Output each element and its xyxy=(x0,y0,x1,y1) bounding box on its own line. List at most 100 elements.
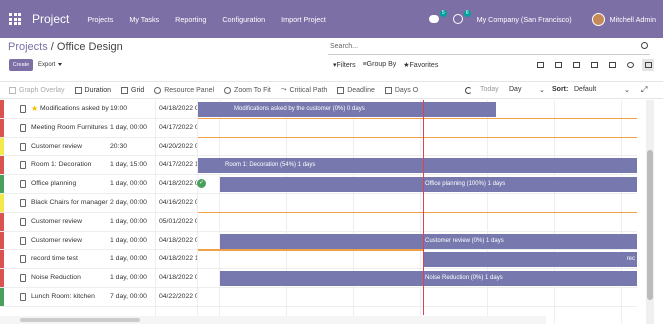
table-row[interactable]: Lunch Room: kitchen 7 day, 00:00 04/22/202… xyxy=(0,288,637,307)
deadline-line xyxy=(198,117,637,120)
today-marker xyxy=(423,100,424,315)
table-row[interactable]: Customer review 1 day, 00:00 05/01/2022 0 xyxy=(0,212,637,232)
menu-projects[interactable]: Projects xyxy=(87,15,113,24)
menu-reporting[interactable]: Reporting xyxy=(175,15,206,24)
days-off-button[interactable]: Days O xyxy=(384,86,418,94)
priority-color-strip xyxy=(0,194,4,212)
sort-select[interactable]: Default xyxy=(574,86,596,93)
horizontal-scrollbar-thumb[interactable] xyxy=(20,318,140,322)
zoom-to-fit-button[interactable]: Zoom To Fit xyxy=(224,86,271,94)
priority-color-strip xyxy=(0,175,4,193)
priority-color-strip xyxy=(0,269,4,287)
user-menu[interactable]: Mitchell Admin xyxy=(610,15,656,24)
task-document-icon xyxy=(20,236,26,245)
task-name[interactable]: Meeting Room Furnitures xyxy=(31,124,108,131)
task-duration: 1 day, 00:00 xyxy=(110,236,147,244)
task-name[interactable]: Black Chairs for manager xyxy=(31,199,108,206)
priority-color-strip xyxy=(0,212,4,231)
gantt-view-icon[interactable] xyxy=(642,59,654,71)
graph-overlay-button[interactable]: Graph Overlay xyxy=(9,86,65,94)
star-icon[interactable]: ★ xyxy=(31,104,38,113)
gantt-task-bar[interactable]: rec xyxy=(423,252,637,268)
user-avatar[interactable] xyxy=(591,12,605,26)
scale-select[interactable]: Day xyxy=(509,86,521,93)
days-off-icon xyxy=(384,86,392,94)
activity-clock-icon[interactable]: 6 xyxy=(452,10,471,25)
menu-import-project[interactable]: Import Project xyxy=(281,15,326,24)
pivot-view-icon[interactable] xyxy=(588,59,600,71)
table-row[interactable]: Meeting Room Furnitures 1 day, 00:00 04/17… xyxy=(0,118,637,138)
duration-button[interactable]: Duration xyxy=(74,86,111,94)
task-start-date: 04/18/2022 0 xyxy=(159,105,197,112)
filters-button[interactable]: ▾Filters xyxy=(333,61,356,69)
task-duration: 1 day, 00:00 xyxy=(110,274,147,282)
task-name[interactable]: Room 1: Decoration xyxy=(31,161,91,168)
task-document-icon xyxy=(20,105,26,113)
task-duration: 7 day, 00:00 xyxy=(110,293,147,300)
resource-panel-button[interactable]: Resource Panel xyxy=(154,86,214,94)
app-brand[interactable]: Project xyxy=(32,12,69,26)
breadcrumb-projects-link[interactable]: Projects xyxy=(8,41,48,53)
task-name[interactable]: Customer review xyxy=(31,143,82,150)
gantt-task-bar[interactable]: Customer review (0%) 1 days xyxy=(220,233,637,249)
table-row[interactable]: Black Chairs for manager 2 day, 00:00 04/1… xyxy=(0,194,637,213)
sort-chevron-icon[interactable]: ⌄ xyxy=(624,86,630,94)
graph-view-icon[interactable] xyxy=(606,59,618,71)
vertical-scrollbar-thumb[interactable] xyxy=(647,150,653,300)
table-row[interactable]: Customer review 20:30 04/20/2022 0 xyxy=(0,137,637,157)
grid-icon xyxy=(121,86,128,94)
priority-color-strip xyxy=(0,100,4,118)
task-name[interactable]: Modifications asked by the customer xyxy=(40,105,110,112)
critical-path-button[interactable]: ⤳ Critical Path xyxy=(281,86,327,94)
task-name[interactable]: Customer review xyxy=(31,218,82,225)
task-start-date: 04/18/2022 0 xyxy=(159,274,197,282)
task-name[interactable]: Lunch Room: kitchen xyxy=(31,293,95,300)
create-button[interactable]: Create xyxy=(9,59,33,71)
apps-menu-icon[interactable] xyxy=(9,13,21,25)
deadline-button[interactable]: Deadline xyxy=(337,86,375,94)
top-navbar: Project Projects My Tasks Reporting Conf… xyxy=(0,0,663,38)
task-duration: 20:30 xyxy=(110,142,128,150)
kanban-view-icon[interactable] xyxy=(534,59,546,71)
deadline-line xyxy=(198,211,637,214)
task-duration: 2 day, 00:00 xyxy=(110,199,147,206)
export-button[interactable]: Export xyxy=(38,59,63,71)
search-input[interactable]: Search... xyxy=(328,40,650,55)
task-name[interactable]: Office planning xyxy=(31,180,76,187)
today-button[interactable]: Today xyxy=(480,86,499,93)
task-name[interactable]: Customer review xyxy=(31,237,82,244)
menu-configuration[interactable]: Configuration xyxy=(222,15,265,24)
gantt-toolbar: Graph Overlay Duration Grid Resource Pan… xyxy=(0,81,663,99)
menu-my-tasks[interactable]: My Tasks xyxy=(129,15,159,24)
messages-icon[interactable]: 5 xyxy=(428,10,447,25)
graph-overlay-icon xyxy=(9,86,16,94)
gantt-task-bar[interactable]: Noise Reduction (0%) 1 days xyxy=(220,271,637,287)
task-name[interactable]: Noise Reduction xyxy=(31,274,81,281)
task-document-icon xyxy=(20,274,26,283)
grid-button[interactable]: Grid xyxy=(121,86,144,94)
task-start-date: 04/16/2022 0 xyxy=(159,199,197,206)
company-switcher[interactable]: My Company (San Francisco) xyxy=(477,15,572,24)
task-document-icon xyxy=(20,255,26,264)
duration-icon xyxy=(74,86,82,94)
task-name[interactable]: record time test xyxy=(31,255,78,262)
gantt-task-bar[interactable]: Modifications asked by the customer (0%)… xyxy=(198,102,496,117)
group-by-button[interactable]: ≡Group By xyxy=(363,61,397,69)
critical-path-icon: ⤳ xyxy=(280,86,287,93)
refresh-icon[interactable] xyxy=(465,87,472,94)
export-label: Export xyxy=(38,62,56,68)
priority-color-strip xyxy=(0,288,4,306)
list-view-icon[interactable] xyxy=(552,59,564,71)
gantt-task-bar[interactable]: Room 1: Decoration (54%) 1 days xyxy=(198,158,637,174)
task-start-date: 04/18/2022 0 xyxy=(159,180,197,188)
scale-chevron-icon[interactable]: ⌄ xyxy=(539,86,545,94)
search-icon[interactable] xyxy=(641,42,648,49)
search-options: ▾Filters ≡Group By ★Favorites xyxy=(333,61,438,69)
calendar-view-icon[interactable] xyxy=(570,59,582,71)
task-start-date: 04/18/2022 1 xyxy=(159,255,197,263)
favorites-button[interactable]: ★Favorites xyxy=(403,61,438,69)
gantt-task-bar[interactable]: Office planning (100%) 1 days xyxy=(220,177,637,193)
expand-icon[interactable]: ⤢ xyxy=(641,85,647,95)
activity-view-icon[interactable] xyxy=(624,59,636,71)
priority-color-strip xyxy=(0,137,4,156)
